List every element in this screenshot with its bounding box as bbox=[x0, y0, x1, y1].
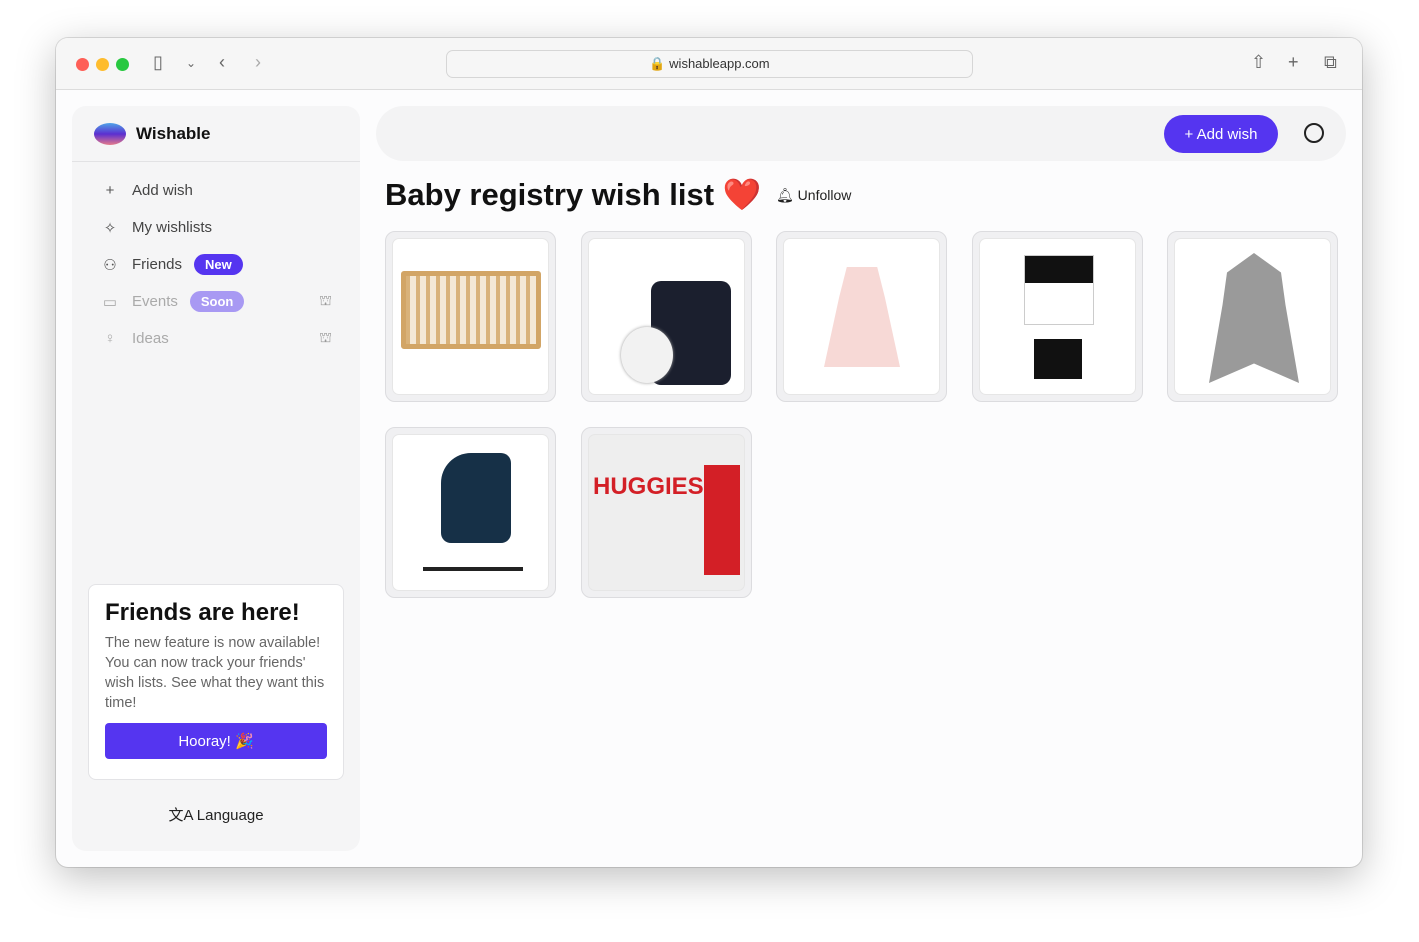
forward-icon[interactable]: › bbox=[255, 52, 261, 73]
calendar-icon: ▭ bbox=[102, 293, 118, 311]
plus-icon: + bbox=[105, 182, 115, 199]
browser-toolbar: ▯ ⌄ ‹ › 🔒 wishableapp.com ⇧ + ⧉ bbox=[56, 38, 1362, 90]
share-icon[interactable]: ⇧ bbox=[1251, 52, 1266, 73]
huggies-logo: HUGGIES bbox=[593, 473, 704, 500]
add-wish-button[interactable]: + Add wish bbox=[1164, 115, 1278, 153]
dress-image bbox=[824, 267, 900, 367]
soon-badge: Soon bbox=[189, 291, 245, 312]
hooray-button[interactable]: Hooray! 🎉 bbox=[105, 723, 327, 759]
new-badge: New bbox=[194, 254, 243, 275]
label: Add wish bbox=[132, 182, 193, 199]
translate-icon: 文A bbox=[168, 807, 193, 824]
sidebar-item-my-wishlists[interactable]: ✧ My wishlists bbox=[72, 209, 360, 246]
elephant-image bbox=[1209, 253, 1299, 383]
huge-value-panel bbox=[704, 465, 740, 575]
wish-item-crib[interactable] bbox=[385, 231, 556, 402]
sparkles-icon: ✧ bbox=[103, 219, 117, 237]
top-bar: + Add wish bbox=[376, 106, 1346, 161]
sidebar-item-add-wish[interactable]: + Add wish bbox=[72, 172, 360, 209]
wish-item-stroller[interactable] bbox=[385, 427, 556, 598]
brand[interactable]: Wishable bbox=[72, 106, 360, 162]
label: Ideas bbox=[132, 330, 169, 347]
shorts-image bbox=[1034, 339, 1082, 379]
stroller-wheels bbox=[423, 551, 523, 571]
stroller-image bbox=[441, 453, 511, 543]
sidebar-item-events: ▭ Events Soon ⛫ bbox=[72, 283, 360, 320]
users-icon: ⚇ bbox=[103, 256, 117, 274]
wish-item-wipes[interactable]: HUGGIES bbox=[581, 427, 752, 598]
unfollow-label: Unfollow bbox=[797, 187, 852, 203]
shirt-image bbox=[1024, 255, 1094, 325]
browser-window: ▯ ⌄ ‹ › 🔒 wishableapp.com ⇧ + ⧉ Wishable… bbox=[56, 38, 1362, 867]
crib-image bbox=[401, 271, 541, 349]
wish-item-dress[interactable] bbox=[776, 231, 947, 402]
sidebar-item-ideas: ♀ Ideas ⛫ bbox=[72, 320, 360, 357]
chevron-down-icon[interactable]: ⌄ bbox=[186, 56, 196, 70]
unfollow-button[interactable]: 🔔︎ Unfollow bbox=[776, 187, 851, 204]
label: My wishlists bbox=[132, 219, 213, 236]
back-icon[interactable]: ‹ bbox=[219, 52, 225, 73]
language-button[interactable]: 文A Language bbox=[72, 804, 360, 825]
camera-image bbox=[621, 327, 673, 383]
zoom-button[interactable] bbox=[116, 58, 129, 71]
brand-name: Wishable bbox=[136, 123, 211, 143]
address-bar[interactable]: 🔒 wishableapp.com bbox=[446, 50, 973, 78]
page-title: Baby registry wish list ❤️ bbox=[385, 177, 762, 212]
wishable-logo bbox=[94, 122, 126, 145]
wish-item-outfit[interactable] bbox=[972, 231, 1143, 402]
promo-title: Friends are here! bbox=[105, 599, 300, 626]
lightbulb-icon: ♀ bbox=[104, 330, 116, 347]
user-account-icon[interactable] bbox=[1304, 123, 1324, 143]
label: Friends bbox=[132, 256, 183, 273]
new-tab-icon[interactable]: + bbox=[1288, 52, 1299, 73]
wish-item-monitor[interactable] bbox=[581, 231, 752, 402]
bell-icon: 🔔︎ bbox=[776, 187, 794, 203]
construction-barrier-icon: ⛫ bbox=[319, 292, 332, 308]
wish-item-lovey[interactable] bbox=[1167, 231, 1338, 402]
close-button[interactable] bbox=[76, 58, 89, 71]
tabs-overview-icon[interactable]: ⧉ bbox=[1324, 52, 1337, 73]
url-text: wishableapp.com bbox=[669, 56, 770, 71]
label: Events bbox=[132, 293, 178, 310]
promo-body: The new feature is now available! You ca… bbox=[105, 635, 325, 711]
construction-barrier-icon: ⛫ bbox=[319, 329, 332, 345]
sidebar-item-friends[interactable]: ⚇ Friends New bbox=[72, 246, 360, 283]
sidebar: Wishable + Add wish ✧ My wishlists ⚇ Friend… bbox=[72, 106, 360, 851]
minimize-button[interactable] bbox=[96, 58, 109, 71]
friends-promo-card: Friends are here! The new feature is now… bbox=[88, 584, 344, 780]
sidebar-toggle-icon[interactable]: ▯ bbox=[153, 52, 163, 73]
language-label: Language bbox=[196, 807, 264, 824]
